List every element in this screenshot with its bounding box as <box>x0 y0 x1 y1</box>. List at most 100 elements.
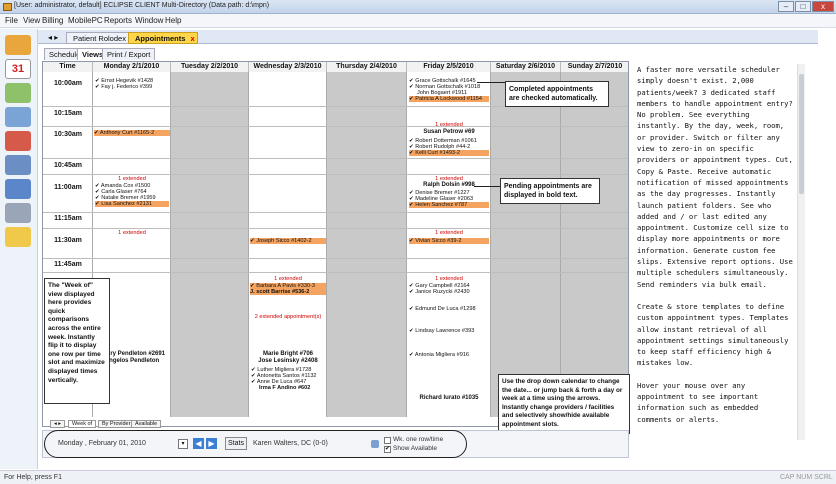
tab-appointments[interactable]: Appointments x <box>128 32 198 44</box>
previous-arrow-icon[interactable]: ◀ <box>193 438 204 449</box>
appointment-pending[interactable]: Richard Iurato #1035 <box>409 395 489 402</box>
header-monday[interactable]: Monday 2/1/2010 <box>93 62 171 72</box>
header-wednesday[interactable]: Wednesday 2/3/2010 <box>249 62 327 72</box>
scrollbar-thumb[interactable] <box>799 74 804 194</box>
appointment-completed[interactable]: ✔ Joseph Sicco #1402-2 <box>250 238 326 244</box>
one-row-per-time-label: Wk. one row/time <box>393 436 444 443</box>
stats-button[interactable]: Stats <box>225 437 247 450</box>
lookup-icon[interactable] <box>371 440 379 448</box>
callout-arrow <box>474 186 500 187</box>
menu-reports[interactable]: Reports <box>104 16 132 25</box>
calendar-icon[interactable]: 31 <box>5 59 31 79</box>
date-picker[interactable]: Monday , February 01, 2010 <box>58 440 146 447</box>
help-icon[interactable] <box>5 227 31 247</box>
tab-print-export[interactable]: Print / Export <box>102 48 156 60</box>
tab-available[interactable]: Available <box>131 420 162 428</box>
callout-arrow <box>477 82 505 83</box>
title-bar: [User: administrator, default] ECLIPSE C… <box>0 0 836 14</box>
scroll-arrows-icon[interactable]: ◂ ▸ <box>50 420 66 428</box>
tab-by-provider[interactable]: By Provider <box>98 420 135 428</box>
appointment-pending[interactable]: Susan Petrow #69 <box>409 129 489 136</box>
row-divider <box>43 272 628 273</box>
window-title: [User: administrator, default] ECLIPSE C… <box>14 2 270 9</box>
calendar-dropdown-icon[interactable]: ▾ <box>178 439 188 449</box>
status-indicators: CAP NUM SCRL <box>780 474 833 481</box>
row-divider <box>43 126 628 127</box>
extended-indicator[interactable]: 2 extended appointment(s) <box>250 314 326 326</box>
thursday-column[interactable] <box>327 72 407 417</box>
left-toolbar: 31 <box>0 29 38 469</box>
extended-indicator[interactable]: 1 extended <box>409 122 489 128</box>
header-sunday[interactable]: Sunday 2/7/2010 <box>561 62 628 72</box>
appointment-pending[interactable]: J. scott Barrise #536-2 <box>250 289 326 295</box>
next-arrow-icon[interactable]: ▶ <box>206 438 217 449</box>
one-row-per-time-checkbox[interactable] <box>384 437 391 444</box>
app-icon <box>3 3 12 11</box>
tuesday-column[interactable] <box>171 72 249 417</box>
vertical-scrollbar[interactable] <box>797 64 805 440</box>
time-slot: 10:00am <box>53 80 83 87</box>
time-slot: 11:30am <box>54 237 82 244</box>
header-tuesday[interactable]: Tuesday 2/2/2010 <box>171 62 249 72</box>
appointment-completed[interactable]: ✔ Fay j. Federico #399 <box>95 84 169 90</box>
week-schedule-grid[interactable]: Time Monday 2/1/2010 Tuesday 2/2/2010 We… <box>42 61 629 427</box>
time-slot: 11:00am <box>54 184 82 191</box>
maximize-button[interactable]: □ <box>795 1 811 12</box>
saturday-column[interactable] <box>491 72 561 417</box>
extended-indicator[interactable]: 1 extended <box>94 230 170 236</box>
extended-indicator[interactable]: 1 extended <box>250 276 326 282</box>
tab-week-of[interactable]: Week of <box>68 420 97 428</box>
appointment-completed[interactable]: ✔ Vivian Sicco #39-2 <box>409 238 489 244</box>
time-slot: 11:15am <box>54 215 82 222</box>
header-friday[interactable]: Friday 2/5/2010 <box>407 62 491 72</box>
feature-paragraph: Create & store templates to define custo… <box>637 301 789 368</box>
delete-icon[interactable] <box>5 131 31 151</box>
appointment-completed[interactable]: ✔ Anthony Curt #1165-2 <box>94 130 170 136</box>
menu-window[interactable]: Window <box>135 16 163 25</box>
row-divider <box>43 228 628 229</box>
provider-select[interactable]: Karen Walters, DC (0-0) <box>253 440 369 447</box>
show-available-checkbox[interactable]: ✔ <box>384 446 391 453</box>
wednesday-column[interactable] <box>249 72 327 417</box>
appointment-completed[interactable]: ✔ Lisa Sanchez #2131 <box>95 201 169 207</box>
header-saturday[interactable]: Saturday 2/6/2010 <box>491 62 561 72</box>
tab-scroll-left-icon[interactable]: ◂ ▸ <box>42 32 64 44</box>
print-icon[interactable] <box>5 203 31 223</box>
billing-icon[interactable] <box>5 179 31 199</box>
appointment-completed[interactable]: ✔ Edmund De Luca #1298 <box>409 306 489 312</box>
minimize-button[interactable]: – <box>778 1 794 12</box>
report-icon[interactable] <box>5 155 31 175</box>
tab-close-icon[interactable]: x <box>191 34 195 43</box>
appointment-completed[interactable]: ✔ Antonia Migliera #916 <box>409 352 489 358</box>
appointment-pending[interactable]: Irma F Andino #602 <box>251 385 326 391</box>
search-icon[interactable] <box>5 107 31 127</box>
menu-file[interactable]: File <box>5 16 18 25</box>
appointment-completed[interactable]: ✔ Patricia A Lockwood #1154 <box>409 96 489 102</box>
rolodex-icon[interactable] <box>5 35 31 55</box>
appointment-completed[interactable]: ✔ Kelli Curt #1493-2 <box>409 150 489 156</box>
extended-indicator[interactable]: 1 extended <box>94 176 170 182</box>
tab-appointments-label: Appointments <box>135 34 186 43</box>
appointment-pending[interactable]: Jose Lesinsky #2408 <box>250 358 326 365</box>
menu-billing[interactable]: Billing <box>42 16 63 25</box>
appointment-completed[interactable]: ✔ Lindsay Lawrence #393 <box>409 328 489 334</box>
row-divider <box>43 212 628 213</box>
row-divider <box>43 174 628 175</box>
appointment-pending[interactable]: Marie Bright #706 <box>250 351 326 358</box>
menu-view[interactable]: View <box>23 16 40 25</box>
menu-help[interactable]: Help <box>165 16 181 25</box>
close-button[interactable]: x <box>812 1 834 12</box>
notes-icon[interactable] <box>5 83 31 103</box>
tab-patient-rolodex[interactable]: Patient Rolodex <box>66 32 133 44</box>
header-thursday[interactable]: Thursday 2/4/2010 <box>327 62 407 72</box>
extended-indicator[interactable]: 1 extended <box>409 230 489 236</box>
row-divider <box>43 158 628 159</box>
time-slot: 10:30am <box>53 131 83 138</box>
extended-indicator[interactable]: 1 extended <box>409 276 489 282</box>
sunday-column[interactable] <box>561 72 628 417</box>
time-slot: 10:45am <box>53 162 83 169</box>
appointment-completed[interactable]: ✔ Janice Ruzycki #2430 <box>409 289 489 295</box>
callout-week-of: The "Week of" view displayed here provid… <box>44 278 110 404</box>
appointment-completed[interactable]: ✔ Helen Sanchez #787 <box>409 202 489 208</box>
menu-mobilepc[interactable]: MobilePC <box>68 16 103 25</box>
